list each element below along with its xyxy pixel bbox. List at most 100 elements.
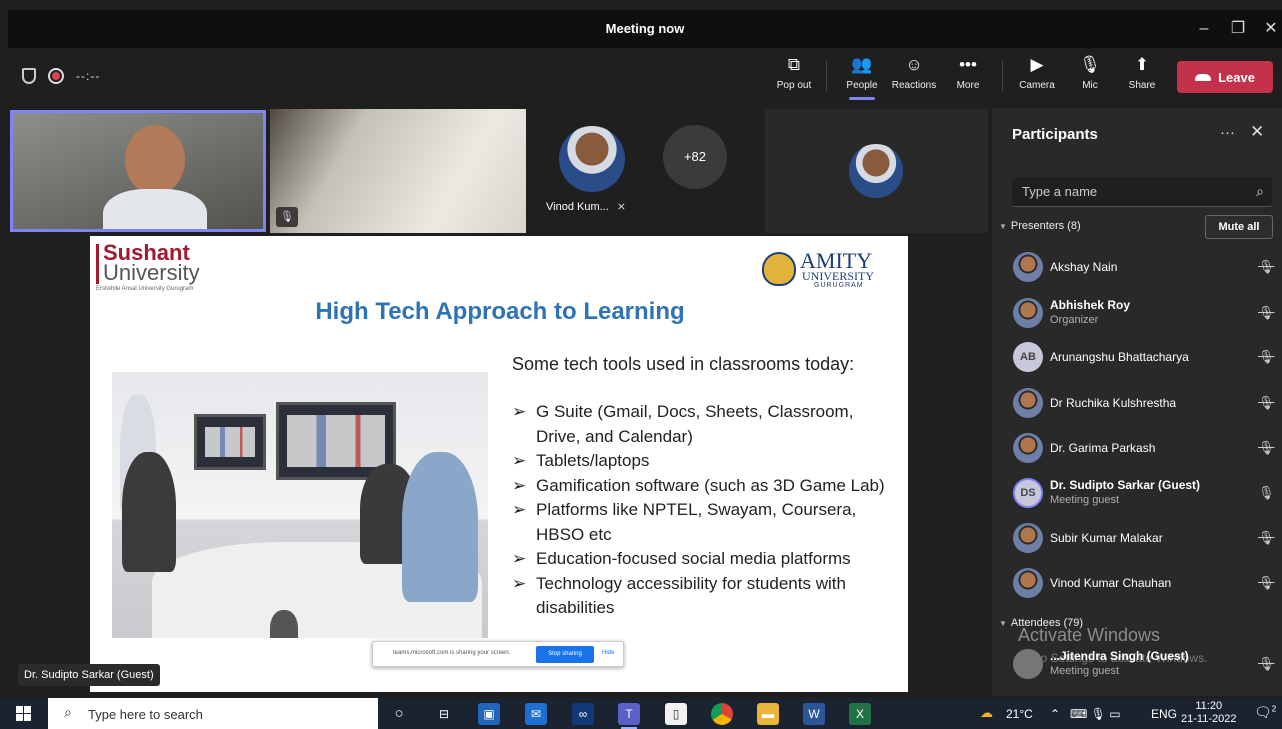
pop-out-button[interactable]: ⧉ Pop out [771, 54, 817, 100]
reactions-label: Reactions [891, 80, 937, 91]
windows-taskbar: ⌕ Type here to search ○ ⊟ ▣ ✉ ∞ T ▯ ▬ W … [0, 698, 1282, 729]
mail-icon[interactable]: ✉ [525, 703, 547, 725]
video-tile-room[interactable]: 🎙 [270, 109, 526, 233]
hide-link[interactable]: Hide [602, 650, 614, 656]
presenter-name-label: Dr. Sudipto Sarkar (Guest) [18, 664, 160, 686]
share-button[interactable]: ⬆ Share [1119, 54, 1165, 100]
amity-logo-line3: GURUGRAM [814, 282, 864, 289]
search-icon[interactable]: ⌕ [1256, 183, 1264, 200]
file-explorer-icon[interactable]: ▬ [757, 703, 779, 725]
tray-icons[interactable]: ⌨ 🎙 ▭ [1070, 707, 1121, 721]
windows-start-icon[interactable] [16, 706, 31, 721]
screen: Meeting now – ❐ ✕ --:-- ⧉ Pop out 👥 Peop… [0, 0, 1282, 729]
chrome-icon[interactable] [711, 703, 733, 725]
word-icon[interactable]: W [803, 703, 825, 725]
leave-label: Leave [1218, 69, 1255, 85]
overflow-participants-count[interactable]: +82 [663, 125, 727, 189]
weather-icon[interactable]: ☁ [980, 705, 993, 721]
participant-name: Vinod Kumar Chauhan [1050, 576, 1172, 590]
tray-expand-icon[interactable]: ⌃ [1050, 707, 1060, 721]
more-options-icon[interactable]: ··· [1220, 124, 1235, 141]
store-icon[interactable]: ▣ [478, 703, 500, 725]
excel-icon[interactable]: X [849, 703, 871, 725]
participant-name: Arunangshu Bhattacharya [1050, 350, 1189, 364]
people-button[interactable]: 👥 People [839, 54, 885, 100]
video-tile-participant[interactable] [765, 109, 988, 233]
mic-off-icon: ⨯ [616, 201, 626, 213]
pop-out-label: Pop out [776, 80, 812, 91]
mic-icon: 🎙 [1258, 485, 1275, 500]
avatar: DS [1013, 478, 1043, 508]
minimize-icon[interactable]: – [1187, 16, 1221, 42]
search-input[interactable] [1022, 184, 1242, 199]
participant-avatar [849, 144, 903, 198]
participant-row[interactable]: Subir Kumar Malakar 🎙 [992, 517, 1282, 561]
people-icon: 👥 [851, 55, 873, 74]
teams-icon[interactable]: T [618, 703, 640, 729]
participant-row[interactable]: ...Jitendra Singh (Guest) Meeting guest … [992, 643, 1282, 687]
participant-search[interactable]: ⌕ [1012, 177, 1272, 207]
participant-role: Meeting guest [1050, 494, 1120, 506]
close-icon[interactable]: ✕ [1254, 16, 1282, 42]
mic-off-icon: 🎙 [1258, 440, 1275, 455]
notification-count: 2 [1271, 704, 1277, 714]
screen-sharing-bar: teams.microsoft.com is sharing your scre… [372, 641, 624, 667]
participant-name: Akshay Nain [1050, 260, 1118, 274]
system-clock[interactable]: 11:20 21-11-2022 [1181, 700, 1236, 726]
slide-bullet: Tablets/laptops [512, 449, 902, 474]
shared-slide: Sushant University Erstwhile Ansal Unive… [90, 236, 908, 692]
avatar [1013, 649, 1043, 679]
su-logo-line2: University [103, 260, 200, 285]
camera-button[interactable]: ▶ Camera [1014, 54, 1060, 100]
sharing-message: teams.microsoft.com is sharing your scre… [393, 650, 511, 656]
slide-bullet: Gamification software (such as 3D Game L… [512, 474, 902, 499]
slide-bullet: Education-focused social media platforms [512, 547, 902, 572]
video-tile-vinod[interactable]: +82 Vinod Kum... ⨯ [530, 109, 760, 233]
cortana-icon[interactable]: ○ [388, 703, 410, 725]
close-icon[interactable]: ✕ [1250, 122, 1264, 142]
participant-row[interactable]: AB Arunangshu Bhattacharya 🎙 [992, 336, 1282, 380]
mic-button[interactable]: 🎙 Mic [1067, 54, 1113, 100]
taskbar-search[interactable]: ⌕ Type here to search [48, 698, 378, 729]
file-icon[interactable]: ▯ [665, 703, 687, 725]
participant-name: Abhishek Roy [1050, 298, 1131, 312]
classroom-photo [112, 372, 488, 638]
maximize-icon[interactable]: ❐ [1221, 16, 1255, 42]
shield-icon [22, 68, 36, 84]
vinod-tile-name: Vinod Kum... ⨯ [546, 200, 626, 213]
weather-temperature[interactable]: 21°C [1006, 707, 1033, 721]
meeting-toolbar: --:-- ⧉ Pop out 👥 People ☺ Reactions •••… [8, 48, 1282, 106]
mic-off-icon: 🎙 [1079, 55, 1101, 74]
participant-name: ...Jitendra Singh (Guest) [1050, 649, 1189, 663]
vinod-avatar [559, 126, 625, 192]
avatar: AB [1013, 342, 1043, 372]
stop-sharing-button[interactable]: Stop sharing [536, 646, 594, 663]
presenters-header-label: Presenters (8) [1010, 220, 1081, 232]
participant-row[interactable]: Dr. Garima Parkash 🎙 [992, 427, 1282, 471]
notification-icon[interactable]: 🗨2 [1254, 704, 1276, 721]
language-indicator[interactable]: ENG [1151, 707, 1177, 721]
toolbar-divider [1002, 60, 1003, 92]
share-icon: ⬆ [1134, 55, 1150, 74]
reactions-button[interactable]: ☺ Reactions [891, 54, 937, 100]
participant-row[interactable]: Akshay Nain 🎙 [992, 246, 1282, 290]
leave-button[interactable]: Leave [1177, 61, 1273, 93]
video-tile-speaker[interactable] [10, 110, 266, 232]
presenters-section-header[interactable]: ▼ Presenters (8) [999, 220, 1081, 232]
participant-name: Dr. Garima Parkash [1050, 441, 1156, 455]
mute-all-button[interactable]: Mute all [1205, 215, 1273, 239]
participant-row[interactable]: Abhishek Roy Organizer 🎙 [992, 292, 1282, 336]
mic-off-icon: 🎙 [1258, 395, 1275, 410]
participant-row[interactable]: Vinod Kumar Chauhan 🎙 [992, 562, 1282, 606]
participant-row[interactable]: Dr Ruchika Kulshrestha 🎙 [992, 382, 1282, 426]
slide-intro: Some tech tools used in classrooms today… [512, 354, 855, 374]
amity-crest-icon [762, 252, 796, 286]
slide-title: High Tech Approach to Learning [315, 298, 685, 325]
webex-icon[interactable]: ∞ [572, 703, 594, 725]
slide-bullet: Platforms like NPTEL, Swayam, Coursera, … [512, 498, 902, 547]
recording-icon [48, 68, 64, 84]
share-label: Share [1128, 80, 1156, 91]
more-button[interactable]: ••• More [945, 54, 991, 100]
task-view-icon[interactable]: ⊟ [433, 703, 455, 725]
participant-row[interactable]: DS Dr. Sudipto Sarkar (Guest) Meeting gu… [992, 472, 1282, 516]
